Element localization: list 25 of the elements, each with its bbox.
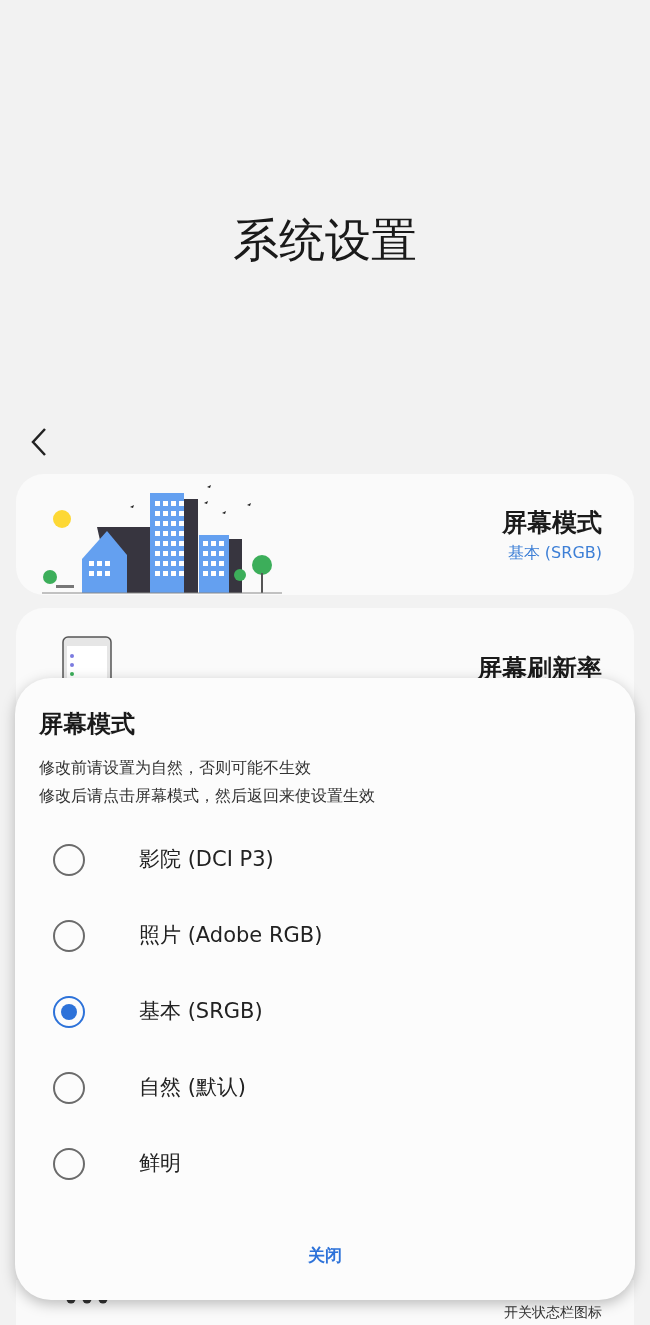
page-title: 系统设置 bbox=[233, 211, 417, 269]
settings-card[interactable]: 屏幕模式 基本 (SRGB) bbox=[16, 474, 634, 595]
setting-title: 开关状态栏图标 bbox=[504, 1304, 602, 1320]
dialog-note: 修改后请点击屏幕模式，然后返回来使设置生效 bbox=[39, 785, 376, 807]
radio-option[interactable]: 自然 (默认) bbox=[39, 1050, 611, 1126]
option-label: 影院 (DCI P3) bbox=[139, 846, 274, 874]
dialog-note: 修改前请设置为自然，否则可能不生效 bbox=[39, 757, 312, 779]
option-label: 自然 (默认) bbox=[139, 1074, 247, 1102]
radio-option[interactable]: 鲜明 bbox=[39, 1126, 611, 1202]
radio-unchecked-icon[interactable] bbox=[53, 844, 85, 876]
radio-checked-icon[interactable] bbox=[53, 996, 85, 1028]
close-button[interactable]: 关闭 bbox=[296, 1237, 354, 1275]
radio-unchecked-icon[interactable] bbox=[53, 1148, 85, 1180]
setting-title: 屏幕模式 bbox=[502, 506, 602, 539]
radio-unchecked-icon[interactable] bbox=[53, 1072, 85, 1104]
radio-option[interactable]: 照片 (Adobe RGB) bbox=[39, 898, 611, 974]
radio-option[interactable]: 影院 (DCI P3) bbox=[39, 822, 611, 898]
option-label: 鲜明 bbox=[139, 1150, 181, 1178]
option-label: 照片 (Adobe RGB) bbox=[139, 922, 323, 950]
back-icon[interactable] bbox=[30, 427, 48, 457]
dialog-title: 屏幕模式 bbox=[39, 709, 136, 740]
option-label: 基本 (SRGB) bbox=[139, 998, 263, 1026]
setting-value: 基本 (SRGB) bbox=[507, 542, 602, 565]
radio-option[interactable]: 基本 (SRGB) bbox=[39, 974, 611, 1050]
radio-unchecked-icon[interactable] bbox=[53, 920, 85, 952]
